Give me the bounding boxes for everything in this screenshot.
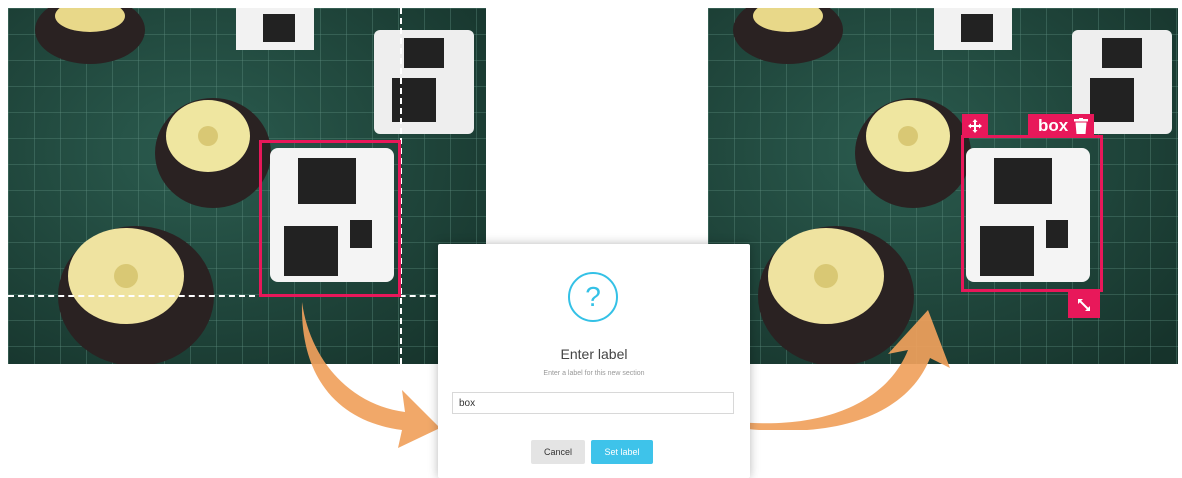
resize-diagonal-icon[interactable] bbox=[1068, 292, 1100, 318]
dialog-title: Enter label bbox=[560, 346, 628, 362]
wheel-bottom bbox=[758, 226, 914, 364]
labeled-bounding-box[interactable] bbox=[961, 135, 1103, 292]
question-circle-icon: ? bbox=[568, 272, 618, 322]
annotation-label: box bbox=[1038, 116, 1069, 135]
label-input[interactable] bbox=[452, 392, 734, 414]
trash-icon[interactable] bbox=[1074, 118, 1089, 134]
result-image-panel[interactable]: box bbox=[708, 8, 1178, 364]
cube-top bbox=[934, 8, 1012, 50]
box-label-tag: box bbox=[1028, 114, 1095, 138]
drawn-bounding-box[interactable] bbox=[259, 140, 401, 297]
source-image-panel[interactable] bbox=[8, 8, 486, 364]
cutting-mat-photo bbox=[8, 8, 486, 364]
set-label-button[interactable]: Set label bbox=[591, 440, 653, 464]
cube-right bbox=[374, 30, 474, 134]
crosshair-horizontal-guide bbox=[8, 295, 486, 297]
dialog-subtitle: Enter a label for this new section bbox=[543, 370, 645, 377]
move-arrows-icon[interactable] bbox=[962, 114, 988, 138]
cutting-mat-photo-labeled bbox=[708, 8, 1178, 364]
cancel-button[interactable]: Cancel bbox=[531, 440, 585, 464]
wheel-middle bbox=[855, 98, 971, 208]
enter-label-dialog: ? Enter label Enter a label for this new… bbox=[438, 244, 750, 478]
cube-top bbox=[236, 8, 314, 50]
wheel-middle bbox=[155, 98, 271, 208]
